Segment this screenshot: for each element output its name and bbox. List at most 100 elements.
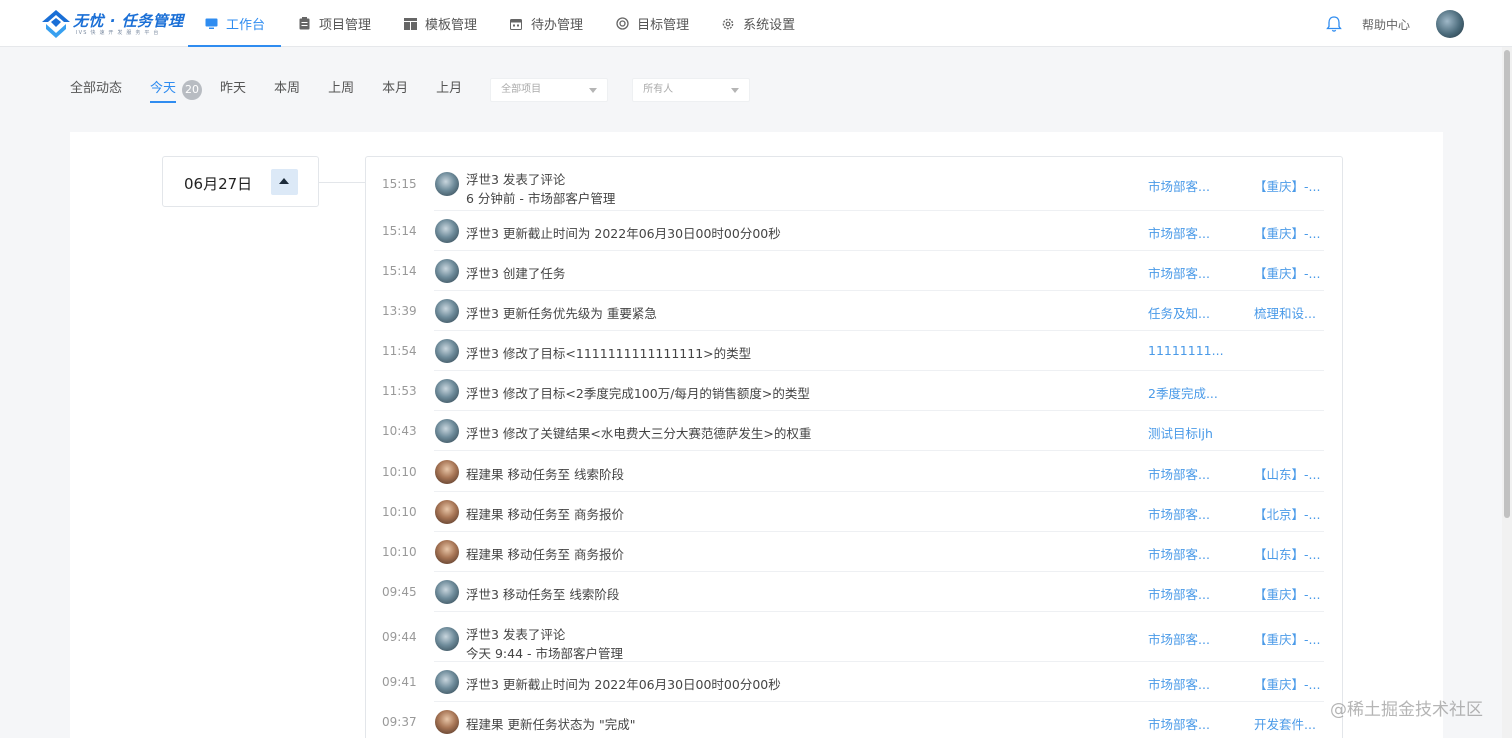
- project-link[interactable]: 测试目标ljh: [1148, 423, 1213, 442]
- user-avatar[interactable]: [435, 710, 459, 734]
- tab-all-activity[interactable]: 全部动态: [70, 78, 122, 102]
- task-link[interactable]: 梳理和设...: [1254, 303, 1316, 322]
- user-avatar[interactable]: [435, 299, 459, 323]
- activity-time: 10:10: [382, 545, 417, 559]
- user-avatar[interactable]: [435, 670, 459, 694]
- collapse-button[interactable]: [271, 169, 298, 195]
- user-avatar[interactable]: [435, 379, 459, 403]
- nav-label: 模板管理: [425, 18, 478, 33]
- user-avatar[interactable]: [435, 540, 459, 564]
- today-count-badge: 20: [182, 80, 203, 100]
- project-link[interactable]: 2季度完成...: [1148, 383, 1218, 402]
- project-link[interactable]: 市场部客...: [1148, 629, 1210, 648]
- nav-templates[interactable]: 模板管理: [387, 0, 493, 47]
- main-nav: 工作台 项目管理 模板管理 待办管理 目标管理 系统设置: [188, 0, 811, 47]
- user-avatar[interactable]: [435, 419, 459, 443]
- date-label: 06月27日: [184, 175, 253, 193]
- chevron-down-icon: [589, 88, 598, 93]
- tab-yesterday[interactable]: 昨天: [220, 78, 246, 102]
- logo-subtitle: IVS 快 速 开 发 服 务 平 台: [76, 30, 160, 36]
- activity-row: 09:37 程建果 更新任务状态为 "完成" 市场部客... 开发套件...: [366, 702, 1342, 738]
- row-divider: [434, 450, 1324, 451]
- user-avatar[interactable]: [435, 259, 459, 283]
- nav-label: 工作台: [226, 18, 266, 33]
- nav-label: 待办管理: [531, 18, 584, 33]
- activity-time: 13:39: [382, 304, 417, 318]
- activity-text: 程建果 更新任务状态为 "完成": [466, 717, 636, 732]
- task-link[interactable]: 【重庆】-...: [1254, 584, 1320, 603]
- activity-row: 13:39 浮世3 更新任务优先级为 重要紧急 任务及知... 梳理和设...: [366, 291, 1342, 331]
- tab-last-week[interactable]: 上周: [328, 78, 354, 102]
- project-link[interactable]: 市场部客...: [1148, 263, 1210, 282]
- task-link[interactable]: 【山东】-...: [1254, 464, 1320, 483]
- bell-icon[interactable]: [1326, 15, 1342, 33]
- app-logo[interactable]: 无忧 · 任务管理 IVS 快 速 开 发 服 务 平 台: [40, 8, 190, 40]
- project-link[interactable]: 11111111...: [1148, 343, 1224, 358]
- project-link[interactable]: 市场部客...: [1148, 176, 1210, 195]
- owner-select[interactable]: 所有人: [632, 78, 751, 102]
- task-link[interactable]: 【重庆】-...: [1254, 263, 1320, 282]
- activity-time: 10:43: [382, 424, 417, 438]
- user-avatar[interactable]: [435, 460, 459, 484]
- project-link[interactable]: 市场部客...: [1148, 584, 1210, 603]
- logo-mark-icon: [42, 10, 70, 38]
- project-link[interactable]: 市场部客...: [1148, 504, 1210, 523]
- activity-text: 浮世3 修改了关键结果<水电费大三分大赛范德萨发生>的权重: [466, 426, 812, 441]
- activity-row: 10:10 程建果 移动任务至 商务报价 市场部客... 【山东】-...: [366, 532, 1342, 572]
- user-avatar[interactable]: [435, 580, 459, 604]
- user-avatar[interactable]: [435, 219, 459, 243]
- nav-workbench[interactable]: 工作台: [188, 0, 282, 47]
- tab-last-month[interactable]: 上月: [436, 78, 462, 102]
- top-navigation-bar: 无忧 · 任务管理 IVS 快 速 开 发 服 务 平 台 工作台 项目管理 模…: [0, 0, 1512, 47]
- project-link[interactable]: 市场部客...: [1148, 223, 1210, 242]
- user-avatar[interactable]: [1436, 10, 1464, 38]
- user-avatar[interactable]: [435, 339, 459, 363]
- timeline-connector: [319, 182, 366, 183]
- project-link[interactable]: 市场部客...: [1148, 714, 1210, 733]
- calendar-icon: [509, 17, 523, 31]
- activity-time: 11:53: [382, 384, 417, 398]
- monitor-icon: [204, 17, 218, 31]
- user-avatar[interactable]: [435, 172, 459, 196]
- watermark: @稀土掘金技术社区: [1330, 700, 1483, 720]
- activity-time: 09:37: [382, 715, 417, 729]
- user-avatar[interactable]: [435, 627, 459, 651]
- activity-time: 11:54: [382, 344, 417, 358]
- activity-time: 10:10: [382, 505, 417, 519]
- project-select[interactable]: 全部项目: [490, 78, 609, 102]
- chevron-down-icon: [731, 88, 740, 93]
- project-link[interactable]: 市场部客...: [1148, 544, 1210, 563]
- user-avatar[interactable]: [435, 500, 459, 524]
- task-link[interactable]: 【重庆】-...: [1254, 674, 1320, 693]
- project-link[interactable]: 市场部客...: [1148, 674, 1210, 693]
- activity-text: 程建果 移动任务至 线索阶段: [466, 467, 624, 482]
- task-link[interactable]: 开发套件...: [1254, 714, 1316, 733]
- nav-todos[interactable]: 待办管理: [493, 0, 599, 47]
- task-link[interactable]: 【重庆】-...: [1254, 223, 1320, 242]
- task-link[interactable]: 【山东】-...: [1254, 544, 1320, 563]
- project-link[interactable]: 任务及知...: [1148, 303, 1210, 322]
- activity-feed: 15:15 浮世3 发表了评论 6 分钟前 - 市场部客户管理 市场部客... 【重庆】…: [365, 156, 1343, 738]
- nav-projects[interactable]: 项目管理: [281, 0, 387, 47]
- nav-label: 目标管理: [637, 18, 690, 33]
- logo-title: 无忧 · 任务管理: [73, 12, 184, 30]
- activity-text: 浮世3 更新截止时间为 2022年06月30日00时00分00秒: [466, 677, 781, 692]
- gear-icon: [721, 17, 735, 31]
- activity-text: 程建果 移动任务至 商务报价: [466, 507, 624, 522]
- task-link[interactable]: 【北京】-...: [1254, 504, 1320, 523]
- nav-label: 项目管理: [319, 18, 372, 33]
- help-center-link[interactable]: 帮助中心: [1362, 16, 1410, 33]
- task-link[interactable]: 【重庆】-...: [1254, 176, 1320, 195]
- task-link[interactable]: 【重庆】-...: [1254, 629, 1320, 648]
- activity-row: 09:44 浮世3 发表了评论 今天 9:44 - 市场部客户管理 市场部客... 【重…: [366, 612, 1342, 662]
- nav-goals[interactable]: 目标管理: [599, 0, 705, 47]
- tab-this-month[interactable]: 本月: [382, 78, 408, 102]
- tab-today[interactable]: 今天: [150, 78, 177, 103]
- activity-time: 09:45: [382, 585, 417, 599]
- activity-row: 10:10 程建果 移动任务至 线索阶段 市场部客... 【山东】-...: [366, 452, 1342, 492]
- tab-this-week[interactable]: 本周: [274, 78, 300, 102]
- scrollbar-thumb[interactable]: [1504, 50, 1510, 518]
- activity-row: 11:54 浮世3 修改了目标<1111111111111111>的类型 1111…: [366, 331, 1342, 371]
- nav-settings[interactable]: 系统设置: [705, 0, 811, 47]
- project-link[interactable]: 市场部客...: [1148, 464, 1210, 483]
